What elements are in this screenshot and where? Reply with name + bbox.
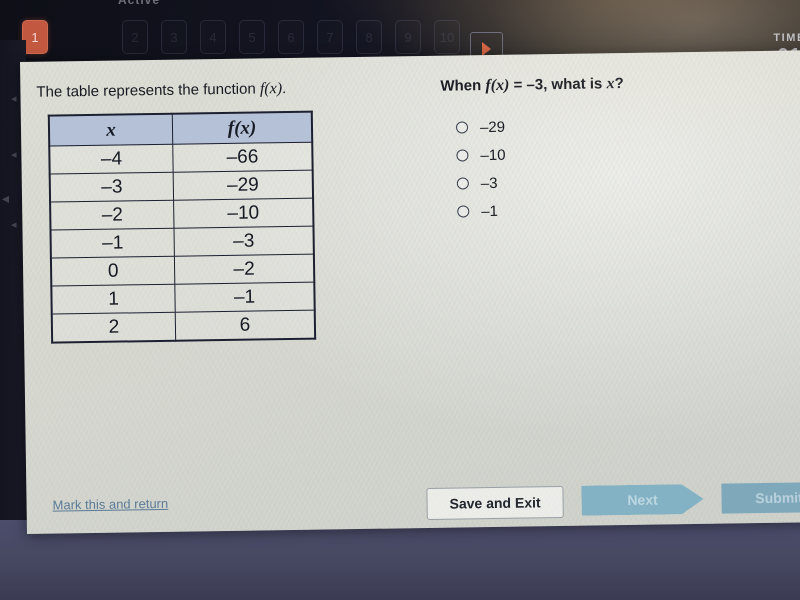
option-label-2: –10 [480, 146, 506, 164]
option-row-1[interactable]: –29 [455, 113, 506, 142]
table-row: –1 –3 [50, 226, 314, 259]
question-tile-8[interactable]: 8 [356, 20, 382, 54]
cell-x: –2 [50, 200, 175, 231]
option-label-4: –1 [481, 202, 499, 220]
question-tile-3[interactable]: 3 [161, 20, 187, 54]
table-row: 1 –1 [51, 282, 315, 315]
cell-fx: –1 [174, 282, 315, 313]
answer-options: –29 –10 –3 –1 [455, 113, 507, 226]
table-header-fx: f(x) [172, 111, 313, 145]
option-row-4[interactable]: –1 [457, 197, 506, 226]
stem-text: The table represents the function f(x). [36, 80, 286, 102]
stem-suffix: . [281, 80, 287, 98]
table-row: 2 6 [51, 310, 316, 343]
table-row: –4 –66 [49, 142, 313, 175]
caret-left-icon-2: ◂ [11, 149, 17, 161]
cell-x: –3 [49, 172, 174, 203]
table-header-row: x f(x) [48, 111, 313, 147]
cell-x: 2 [51, 312, 176, 343]
option-label-1: –29 [479, 118, 506, 136]
cell-x: –4 [49, 144, 174, 175]
question-middle: = –3, what is [509, 75, 607, 94]
radio-button-icon[interactable] [457, 205, 470, 218]
question-tile-6[interactable]: 6 [278, 20, 304, 54]
next-button[interactable]: Next [581, 484, 703, 516]
stem-math: f(x) [259, 80, 283, 98]
caret-left-icon-4: ◂ [11, 219, 17, 231]
question-suffix: ? [614, 75, 624, 93]
function-table: x f(x) –4 –66 –3 –29 –2 –10 –1 –3 0 –2 1… [47, 110, 317, 344]
mark-this-and-return-link[interactable]: Mark this and return [52, 496, 168, 513]
question-panel: The table represents the function f(x). … [20, 50, 800, 534]
question-prompt: When f(x) = –3, what is x? [440, 75, 624, 96]
question-tile-7[interactable]: 7 [317, 20, 343, 54]
cell-fx: –10 [173, 198, 314, 229]
cut-off-title: Active [118, 0, 161, 7]
stem-prefix: The table represents the function [36, 80, 261, 101]
cell-fx: –66 [172, 142, 313, 173]
table-row: –3 –29 [49, 170, 314, 203]
radio-button-icon[interactable] [456, 149, 469, 162]
question-tile-4[interactable]: 4 [200, 20, 226, 54]
option-label-3: –3 [480, 174, 498, 192]
submit-button[interactable]: Submit [721, 481, 800, 514]
cell-fx: –29 [173, 170, 314, 201]
cell-x: –1 [50, 228, 175, 259]
question-tile-5[interactable]: 5 [239, 20, 265, 54]
cell-fx: –2 [174, 254, 315, 285]
question-math: f(x) [485, 76, 510, 95]
screenshot-root: Active 1 2 3 4 5 6 7 8 9 10 TIME 01 ◂ ◂ … [0, 0, 800, 600]
cell-fx: –3 [174, 226, 314, 257]
table-row: –2 –10 [50, 198, 314, 231]
cell-x: 0 [50, 256, 175, 287]
timer-label: TIME [773, 32, 800, 44]
question-tile-9[interactable]: 9 [395, 20, 421, 54]
table-header-x: x [48, 113, 173, 147]
question-tile-2[interactable]: 2 [122, 20, 148, 54]
question-tile-10[interactable]: 10 [434, 20, 460, 54]
radio-button-icon[interactable] [456, 177, 469, 190]
radio-button-icon[interactable] [455, 121, 469, 134]
table-row: 0 –2 [50, 254, 315, 287]
cell-fx: 6 [175, 310, 316, 341]
save-and-exit-button[interactable]: Save and Exit [426, 485, 564, 521]
option-row-3[interactable]: –3 [456, 169, 506, 198]
question-prefix: When [440, 77, 486, 95]
caret-left-icon-3: ◂ [2, 190, 10, 206]
option-row-2[interactable]: –10 [456, 141, 506, 170]
caret-left-icon-1: ◂ [11, 93, 17, 105]
play-triangle-icon [482, 41, 491, 56]
cell-x: 1 [51, 284, 176, 315]
